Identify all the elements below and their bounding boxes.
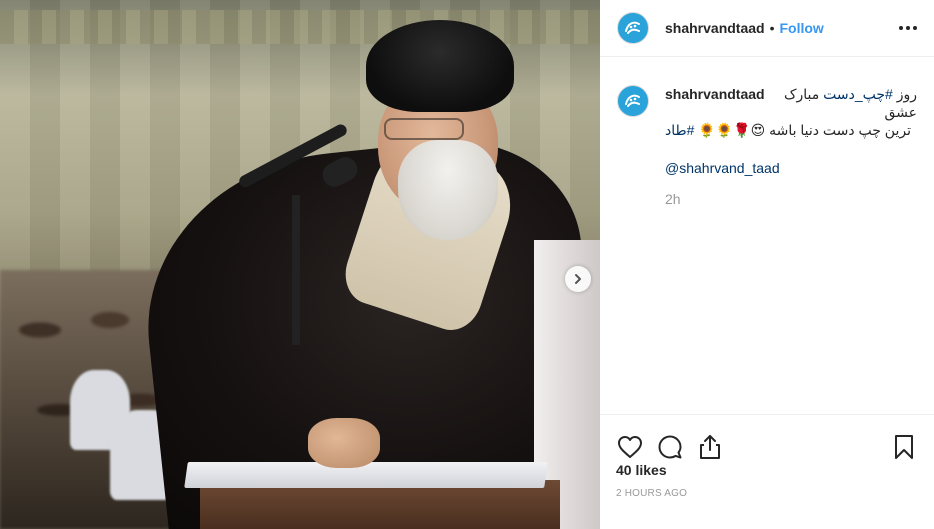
more-dot-icon [906, 26, 910, 30]
photo-mic-stand [292, 195, 300, 345]
caption-text-prefix: روز [892, 86, 917, 102]
more-options-button[interactable] [898, 18, 918, 38]
more-dot-icon [899, 26, 903, 30]
bookmark-icon [895, 434, 913, 459]
share-button[interactable] [696, 433, 724, 461]
photo-papers [184, 462, 548, 488]
follow-button[interactable]: Follow [780, 20, 824, 36]
caption-timestamp[interactable]: 2h [665, 190, 917, 208]
photo-wall-frieze [0, 10, 600, 44]
next-image-button[interactable] [565, 266, 591, 292]
photo-glasses [384, 118, 464, 140]
like-button[interactable] [616, 433, 644, 461]
post-photo[interactable] [0, 0, 600, 529]
hashtag-link[interactable]: #چپ_دست [823, 86, 893, 102]
comment-button[interactable] [656, 433, 684, 461]
header-username[interactable]: shahrvandtaad [665, 20, 765, 36]
caption-text-line-1: روز #چپ_دست مبارک عشق [765, 85, 917, 121]
share-icon [700, 434, 720, 459]
action-bar [600, 414, 934, 466]
photo-hand [308, 418, 380, 468]
heart-icon [618, 435, 642, 458]
avatar[interactable] [617, 12, 649, 44]
caption-username[interactable]: shahrvandtaad [665, 85, 765, 121]
mention-link[interactable]: @shahrvand_taad [665, 159, 917, 177]
instagram-post: shahrvandtaad • Follow shahrvandtaad روز… [0, 0, 934, 529]
comment-icon [658, 435, 682, 458]
post-side-panel: shahrvandtaad • Follow shahrvandtaad روز… [600, 0, 934, 529]
caption-text-line-2: ترین چپ دست دنیا باشه 😍🌹🌻🌻 #طاد [665, 121, 917, 139]
caption-text-line-2-body: ترین چپ دست دنیا باشه 😍🌹🌻🌻 [694, 122, 911, 138]
caption-body: shahrvandtaad روز #چپ_دست مبارک عشق ترین… [665, 85, 917, 208]
chevron-right-icon [575, 274, 581, 284]
likes-count[interactable]: 40 likes [616, 462, 667, 478]
caption-avatar[interactable] [617, 85, 649, 117]
caption-line-1: shahrvandtaad روز #چپ_دست مبارک عشق [665, 85, 917, 121]
hashtag-link[interactable]: #طاد [665, 122, 694, 138]
shahrvand-logo-icon [625, 94, 640, 107]
header-separator: • [769, 20, 775, 36]
save-button[interactable] [890, 433, 918, 461]
photo-turban [366, 20, 514, 112]
post-date[interactable]: 2 HOURS AGO [616, 488, 687, 499]
more-dot-icon [913, 26, 917, 30]
post-header: shahrvandtaad • Follow [600, 0, 934, 57]
caption: shahrvandtaad روز #چپ_دست مبارک عشق ترین… [617, 85, 917, 208]
photo-beard [398, 140, 498, 240]
shahrvand-logo-icon [625, 21, 640, 34]
